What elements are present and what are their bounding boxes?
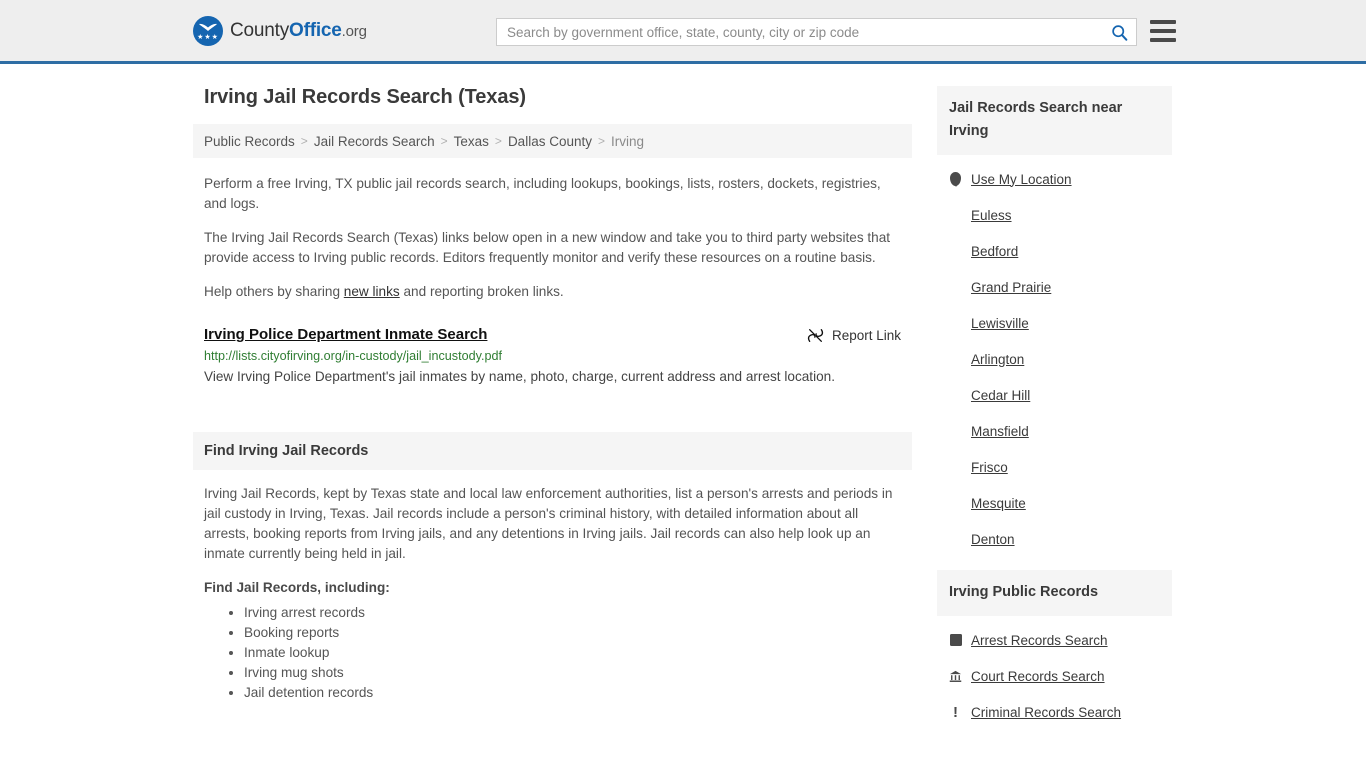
intro-paragraph-1: Perform a free Irving, TX public jail re… <box>204 176 881 211</box>
sidebar-city-mesquite[interactable]: Mesquite <box>937 485 1172 521</box>
breadcrumb: Public Records > Jail Records Search > T… <box>193 124 912 158</box>
menu-bar-3 <box>1150 38 1176 42</box>
city-link[interactable]: Denton <box>971 532 1015 547</box>
sidebar-city-cedar-hill[interactable]: Cedar Hill <box>937 377 1172 413</box>
main-content: Irving Jail Records Search (Texas) Publi… <box>193 86 912 738</box>
jail-records-list: Irving arrest records Booking reports In… <box>204 603 901 703</box>
sidebar-city-euless[interactable]: Euless <box>937 197 1172 233</box>
courthouse-icon <box>949 670 962 683</box>
arrest-records-link[interactable]: Arrest Records Search <box>971 633 1108 648</box>
public-records-panel: Irving Public Records Arrest Records Sea… <box>937 570 1172 730</box>
breadcrumb-separator: > <box>494 134 502 148</box>
result-description: View Irving Police Department's jail inm… <box>204 369 835 384</box>
intro-paragraph-3: Help others by sharing new links and rep… <box>193 282 912 302</box>
countyoffice-logo-icon: ★★★ <box>193 15 223 46</box>
sidebar: Jail Records Search near Irving Use My L… <box>937 86 1172 738</box>
search-bar[interactable] <box>496 18 1137 46</box>
report-link-button[interactable]: Report Link <box>807 326 901 343</box>
intro-paragraph-2: The Irving Jail Records Search (Texas) l… <box>204 230 891 265</box>
map-pin-icon <box>949 172 962 186</box>
menu-icon[interactable] <box>1150 20 1176 42</box>
city-link[interactable]: Lewisville <box>971 316 1029 331</box>
sidebar-city-bedford[interactable]: Bedford <box>937 233 1172 269</box>
new-links-link[interactable]: new links <box>344 284 400 299</box>
use-my-location-item[interactable]: Use My Location <box>937 161 1172 197</box>
city-link[interactable]: Arlington <box>971 352 1024 367</box>
breadcrumb-item-dallas-county[interactable]: Dallas County <box>508 134 592 149</box>
list-item: Booking reports <box>244 623 901 643</box>
arrest-records-item[interactable]: Arrest Records Search <box>937 622 1172 658</box>
search-icon <box>1111 24 1127 41</box>
city-link[interactable]: Cedar Hill <box>971 388 1030 403</box>
find-records-section: Find Irving Jail Records Irving Jail Rec… <box>193 432 912 703</box>
city-link[interactable]: Bedford <box>971 244 1018 259</box>
site-header: ★★★ CountyOffice.org <box>0 0 1366 64</box>
menu-bar-1 <box>1150 20 1176 24</box>
sidebar-city-lewisville[interactable]: Lewisville <box>937 305 1172 341</box>
criminal-records-link[interactable]: Criminal Records Search <box>971 705 1121 720</box>
logo-wordmark: CountyOffice.org <box>230 20 367 42</box>
city-link[interactable]: Frisco <box>971 460 1008 475</box>
result-title-link[interactable]: Irving Police Department Inmate Search <box>204 326 487 343</box>
list-item: Jail detention records <box>244 683 901 703</box>
fingerprint-square-icon <box>949 634 962 646</box>
menu-bar-2 <box>1150 29 1176 33</box>
breadcrumb-item-jail-records-search[interactable]: Jail Records Search <box>314 134 435 149</box>
list-item: Inmate lookup <box>244 643 901 663</box>
court-records-link[interactable]: Court Records Search <box>971 669 1105 684</box>
sidebar-city-mansfield[interactable]: Mansfield <box>937 413 1172 449</box>
logo-stars: ★★★ <box>197 33 219 41</box>
eagle-icon <box>199 23 217 31</box>
sidebar-city-arlington[interactable]: Arlington <box>937 341 1172 377</box>
sidebar-city-frisco[interactable]: Frisco <box>937 449 1172 485</box>
sidebar-city-grand-prairie[interactable]: Grand Prairie <box>937 269 1172 305</box>
section-subheading: Find Jail Records, including: <box>204 580 390 595</box>
sidebar-city-denton[interactable]: Denton <box>937 521 1172 557</box>
logo-text-office: Office <box>289 19 342 41</box>
intro-p3-after: and reporting broken links. <box>399 284 564 299</box>
breadcrumb-separator: > <box>300 134 308 148</box>
nearby-panel: Jail Records Search near Irving Use My L… <box>937 86 1172 557</box>
breadcrumb-item-irving: Irving <box>611 133 645 149</box>
section-title: Find Irving Jail Records <box>193 432 912 470</box>
intro-text: Perform a free Irving, TX public jail re… <box>193 174 912 302</box>
criminal-records-item[interactable]: ! Criminal Records Search <box>937 694 1172 730</box>
logo-text-tld: .org <box>341 22 367 40</box>
logo-text-county: County <box>230 19 290 41</box>
city-link[interactable]: Grand Prairie <box>971 280 1051 295</box>
city-link[interactable]: Euless <box>971 208 1012 223</box>
exclamation-icon: ! <box>953 703 958 721</box>
page-body: Irving Jail Records Search (Texas) Publi… <box>0 64 1366 738</box>
report-link-label: Report Link <box>831 328 901 343</box>
result-item: Irving Police Department Inmate Search R… <box>193 316 912 388</box>
page-title: Irving Jail Records Search (Texas) <box>204 86 526 108</box>
breadcrumb-separator: > <box>597 134 605 148</box>
use-my-location-link[interactable]: Use My Location <box>971 172 1072 187</box>
intro-p3-before: Help others by sharing <box>204 284 344 299</box>
section-paragraph: Irving Jail Records, kept by Texas state… <box>204 486 893 561</box>
public-records-panel-title: Irving Public Records <box>937 570 1172 616</box>
nearby-panel-title: Jail Records Search near Irving <box>937 86 1172 155</box>
breadcrumb-item-public-records[interactable]: Public Records <box>204 134 295 149</box>
city-link[interactable]: Mesquite <box>971 496 1026 511</box>
site-logo[interactable]: ★★★ CountyOffice.org <box>193 15 367 46</box>
search-input[interactable] <box>497 19 1102 45</box>
search-button[interactable] <box>1102 19 1136 45</box>
breadcrumb-separator: > <box>440 134 448 148</box>
city-link[interactable]: Mansfield <box>971 424 1029 439</box>
court-records-item[interactable]: Court Records Search <box>937 658 1172 694</box>
broken-link-icon <box>807 329 824 342</box>
result-url[interactable]: http://lists.cityofirving.org/in-custody… <box>204 349 901 363</box>
list-item: Irving mug shots <box>244 663 901 683</box>
list-item: Irving arrest records <box>244 603 901 623</box>
breadcrumb-item-texas[interactable]: Texas <box>454 134 489 149</box>
